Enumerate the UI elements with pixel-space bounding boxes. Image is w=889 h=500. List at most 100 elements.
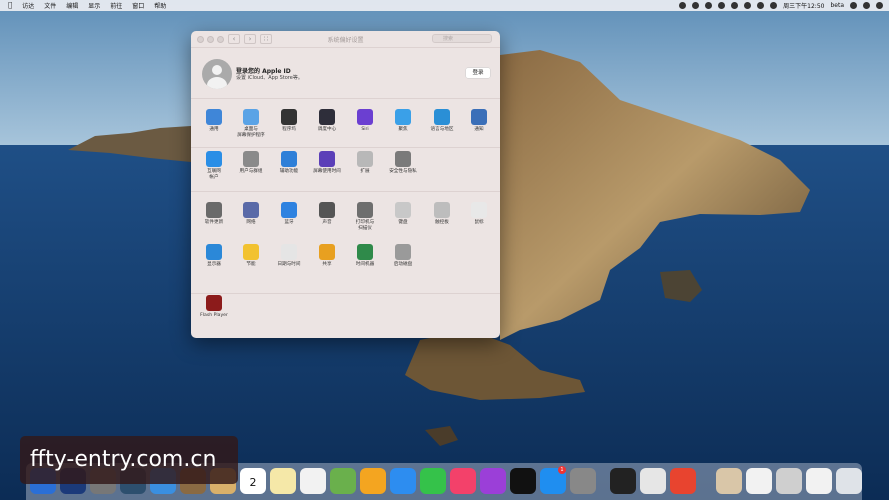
menu-finder[interactable]: 访达	[22, 1, 34, 10]
apple-menu-icon[interactable]: 	[8, 0, 12, 11]
pref-pane-label: 键盘	[398, 220, 408, 225]
internet-accounts-icon	[206, 151, 222, 167]
pref-pane-label: Flash Player	[200, 313, 228, 318]
wifi-icon[interactable]	[744, 2, 752, 9]
pref-pane-label: 鼠标	[474, 220, 484, 225]
pref-pane-trackpad[interactable]: 触控板	[422, 202, 462, 226]
notes-icon[interactable]	[270, 468, 296, 494]
pref-pane-mouse[interactable]: 鼠标	[459, 202, 499, 226]
pref-pane-printers[interactable]: 打印机与 扫描仪	[345, 202, 385, 231]
menu-file[interactable]: 文件	[44, 1, 56, 10]
textedit-icon[interactable]	[640, 468, 666, 494]
spotlight-icon[interactable]	[850, 2, 857, 9]
menu-view[interactable]: 显示	[88, 1, 100, 10]
pref-pane-flash-player[interactable]: Flash Player	[194, 295, 234, 319]
network-icon	[243, 202, 259, 218]
pref-pane-security[interactable]: 安全性与隐私	[383, 151, 423, 175]
music-icon[interactable]	[450, 468, 476, 494]
input-method-icon[interactable]	[770, 2, 778, 9]
pref-pane-label: 打印机与 扫描仪	[355, 220, 375, 231]
chrome-icon[interactable]	[670, 468, 696, 494]
trash-icon[interactable]	[836, 468, 862, 494]
downloads-stack-icon[interactable]	[716, 468, 742, 494]
pref-pane-date-time[interactable]: 日期与时间	[269, 244, 309, 268]
siri-icon[interactable]	[863, 2, 870, 9]
menu-window[interactable]: 窗口	[132, 1, 144, 10]
pref-pane-network[interactable]: 网络	[231, 202, 271, 226]
pref-pane-label: 网络	[246, 220, 256, 225]
pref-pane-label: 语言与地区	[430, 127, 454, 132]
calendar-icon[interactable]: 2	[240, 468, 266, 494]
pref-pane-siri[interactable]: Siri	[345, 109, 385, 133]
pref-pane-time-machine[interactable]: 时间机器	[345, 244, 385, 268]
pref-pane-users[interactable]: 用户与群组	[231, 151, 271, 175]
status-icon[interactable]	[692, 2, 700, 9]
pref-pane-label: 用户与群组	[239, 169, 263, 174]
document-stack-icon[interactable]	[806, 468, 832, 494]
pref-pane-mission-control[interactable]: 调度中心	[307, 109, 347, 133]
status-icon[interactable]	[718, 2, 726, 9]
pref-pane-label: 程序坞	[282, 127, 296, 132]
control-center-icon[interactable]	[876, 2, 883, 9]
status-icon[interactable]	[705, 2, 713, 9]
reminders-icon[interactable]	[300, 468, 326, 494]
pref-pane-sound[interactable]: 声音	[307, 202, 347, 226]
pref-pane-notifications[interactable]: 通知	[459, 109, 499, 133]
pref-pane-screen-time[interactable]: 屏幕使用时间	[307, 151, 347, 175]
pref-pane-label: 声音	[322, 220, 332, 225]
displays-icon	[206, 244, 222, 260]
pref-pane-label: 显示器	[207, 262, 221, 267]
pref-pane-label: 调度中心	[317, 127, 337, 132]
mouse-icon	[471, 202, 487, 218]
system-preferences-icon[interactable]	[570, 468, 596, 494]
software-update-icon	[206, 202, 222, 218]
menu-help[interactable]: 帮助	[154, 1, 166, 10]
pref-pane-displays[interactable]: 显示器	[194, 244, 234, 268]
pref-pane-label: 共享	[322, 262, 332, 267]
podcasts-icon[interactable]	[480, 468, 506, 494]
user-name[interactable]: beta	[830, 2, 844, 9]
pref-pane-label: 扩展	[360, 169, 370, 174]
status-icon[interactable]	[679, 2, 687, 9]
facetime-icon[interactable]	[420, 468, 446, 494]
preferences-grid: 通用 桌面与 屏幕保护程序 程序坞 调度中心 Siri 聚焦 语言与地区 通知互联网 帐户 用户…	[191, 31, 500, 338]
pref-pane-startup-disk[interactable]: 启动磁盘	[383, 244, 423, 268]
menu-go[interactable]: 前往	[110, 1, 122, 10]
pref-pane-sharing[interactable]: 共享	[307, 244, 347, 268]
pref-pane-label: 屏幕使用时间	[313, 169, 341, 174]
menu-edit[interactable]: 编辑	[66, 1, 78, 10]
pref-pane-keyboard[interactable]: 键盘	[383, 202, 423, 226]
status-icon[interactable]	[731, 2, 739, 9]
pref-pane-language[interactable]: 语言与地区	[422, 109, 462, 133]
apple-tv-icon[interactable]	[510, 468, 536, 494]
pref-pane-label: 节能	[246, 262, 256, 267]
dock-icon	[281, 109, 297, 125]
pref-pane-general[interactable]: 通用	[194, 109, 234, 133]
pref-pane-label: 通知	[474, 127, 484, 132]
pref-pane-internet-accounts[interactable]: 互联网 帐户	[194, 151, 234, 180]
users-icon	[243, 151, 259, 167]
messages-icon[interactable]	[390, 468, 416, 494]
terminal-icon[interactable]	[610, 468, 636, 494]
pref-pane-software-update[interactable]: 软件更新	[194, 202, 234, 226]
printers-icon	[357, 202, 373, 218]
system-preferences-window: ‹ › ∷ 系统偏好设置 搜索 登录您的 Apple ID 设置 iCloud、…	[191, 31, 500, 338]
section-divider	[191, 147, 500, 148]
spotlight-icon	[395, 109, 411, 125]
pref-pane-accessibility[interactable]: 辅助功能	[269, 151, 309, 175]
pref-pane-extensions[interactable]: 扩展	[345, 151, 385, 175]
pref-pane-bluetooth[interactable]: 蓝牙	[269, 202, 309, 226]
photos-icon[interactable]	[360, 468, 386, 494]
clock[interactable]: 周三下午12:50	[783, 1, 824, 10]
pref-pane-dock[interactable]: 程序坞	[269, 109, 309, 133]
maps-icon[interactable]	[330, 468, 356, 494]
pref-pane-spotlight[interactable]: 聚焦	[383, 109, 423, 133]
trackpad-icon	[434, 202, 450, 218]
screenshot-stack-icon[interactable]	[776, 468, 802, 494]
volume-icon[interactable]	[757, 2, 765, 9]
document-stack-icon[interactable]	[746, 468, 772, 494]
pref-pane-energy-saver[interactable]: 节能	[231, 244, 271, 268]
pref-pane-desktop[interactable]: 桌面与 屏幕保护程序	[231, 109, 271, 138]
language-icon	[434, 109, 450, 125]
section-divider	[191, 191, 500, 192]
